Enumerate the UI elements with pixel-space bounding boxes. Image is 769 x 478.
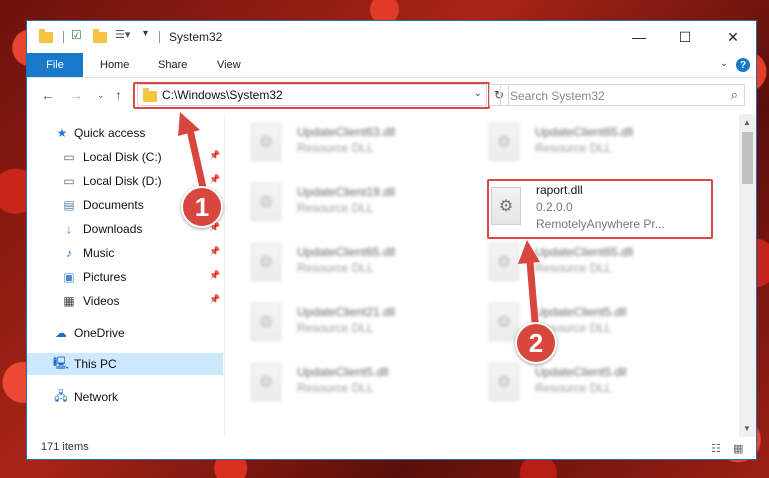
pin-icon: 📌 (209, 246, 221, 256)
item-count: 171 items (41, 441, 89, 453)
sidebar-item-quick-access[interactable]: ★ Quick access (27, 122, 223, 144)
list-item[interactable]: ⚙ UpdateClient21.dll Resource DLL (227, 301, 452, 349)
tab-file[interactable]: File (27, 53, 83, 77)
file-list: ⚙ UpdateClient63.dll Resource DLL ⚙ Upda… (227, 117, 737, 435)
ribbon: File Home Share View ⌄ ? (27, 53, 756, 78)
properties-icon[interactable]: ☑ (71, 28, 82, 42)
pictures-icon: ▣ (63, 270, 75, 284)
sidebar-item-onedrive[interactable]: ☁ OneDrive (27, 322, 223, 344)
sidebar-item-videos[interactable]: ▦ Videos 📌 (27, 290, 223, 312)
chevron-down-icon[interactable]: ▾ (143, 28, 148, 39)
pin-icon: 📌 (209, 150, 221, 160)
details-view-icon[interactable]: ☷ (711, 442, 721, 455)
documents-icon: ▤ (63, 198, 75, 212)
drive-icon: ▭ (63, 174, 75, 188)
dll-file-icon: ⚙ (489, 123, 519, 161)
dll-file-icon: ⚙ (251, 363, 281, 401)
scroll-up-icon[interactable]: ▲ (743, 118, 751, 127)
scroll-down-icon[interactable]: ▼ (743, 424, 751, 433)
dll-file-icon: ⚙ (489, 303, 519, 341)
navigation-pane: ★ Quick access ▭ Local Disk (C:) 📌 ▭ Loc… (27, 117, 223, 437)
videos-icon: ▦ (63, 294, 75, 308)
window-title: System32 (169, 30, 223, 44)
music-icon: ♪ (66, 246, 72, 260)
callout-badge-1: 1 (181, 186, 223, 228)
dll-file-icon: ⚙ (489, 243, 519, 281)
back-arrow-icon[interactable]: ← (41, 87, 55, 103)
star-icon: ★ (56, 126, 68, 140)
tab-share[interactable]: Share (158, 53, 187, 77)
list-item[interactable]: ⚙ UpdateClient5.dll Resource DLL (465, 361, 690, 409)
sidebar-item-network[interactable]: 🖧 Network (27, 386, 223, 408)
search-input[interactable]: Search System32 ⌕ (500, 84, 745, 106)
folder-icon (39, 29, 53, 43)
tiles-view-icon[interactable]: ▦ (733, 442, 743, 455)
callout-badge-2: 2 (515, 322, 557, 364)
title-bar: ☑ ☰▾ ▾ System32 — ☐ ✕ (27, 21, 756, 53)
navigation-bar: ← → ⌄ ↑ C:\Windows\System32 ⌄ ↻ Search S… (27, 78, 756, 114)
sidebar-item-this-pc[interactable]: 🖳 This PC (27, 353, 223, 375)
chevron-down-icon[interactable]: ⌄ (720, 58, 728, 69)
computer-icon: 🖳 (53, 355, 70, 370)
pin-icon: 📌 (209, 270, 221, 280)
download-icon: ↓ (66, 222, 72, 236)
close-button[interactable]: ✕ (710, 21, 756, 53)
search-placeholder: Search System32 (510, 89, 605, 103)
file-highlight-box (487, 179, 713, 239)
list-item[interactable]: ⚙ UpdateClient19.dll Resource DLL (227, 181, 452, 229)
sidebar-item-local-disk-c[interactable]: ▭ Local Disk (C:) 📌 (27, 146, 223, 168)
network-icon: 🖧 (54, 388, 68, 403)
quick-access-toolbar: ☑ ☰▾ ▾ (39, 28, 148, 43)
list-item[interactable]: ⚙ UpdateClient65.dll Resource DLL (465, 121, 690, 169)
tab-view[interactable]: View (217, 53, 241, 77)
new-folder-icon[interactable] (93, 29, 107, 43)
list-item[interactable]: ⚙ UpdateClient63.dll Resource DLL (227, 121, 452, 169)
pin-icon: 📌 (209, 294, 221, 304)
dll-file-icon: ⚙ (251, 303, 281, 341)
file-explorer-window: ☑ ☰▾ ▾ System32 — ☐ ✕ File Home Share Vi… (26, 20, 757, 460)
sidebar-item-music[interactable]: ♪ Music 📌 (27, 242, 223, 264)
status-bar: 171 items ☷ ▦ (27, 437, 756, 459)
tab-home[interactable]: Home (100, 53, 129, 77)
customize-toolbar-icon[interactable]: ☰▾ (115, 28, 130, 41)
cloud-icon: ☁ (55, 326, 67, 340)
dll-file-icon: ⚙ (251, 243, 281, 281)
help-button[interactable]: ? (736, 58, 750, 72)
scroll-thumb[interactable] (742, 132, 753, 184)
list-item[interactable]: ⚙ UpdateClient5.dll Resource DLL (465, 301, 690, 349)
list-item[interactable]: ⚙ UpdateClient5.dll Resource DLL (227, 361, 452, 409)
list-item[interactable]: ⚙ UpdateClient65.dll Resource DLL (227, 241, 452, 289)
forward-arrow-icon[interactable]: → (69, 87, 83, 103)
search-icon: ⌕ (730, 87, 738, 102)
list-item[interactable]: ⚙ UpdateClient65.dll Resource DLL (465, 241, 690, 289)
recent-locations-icon[interactable]: ⌄ (97, 90, 105, 101)
dll-file-icon: ⚙ (489, 363, 519, 401)
maximize-button[interactable]: ☐ (662, 21, 708, 53)
sidebar-item-pictures[interactable]: ▣ Pictures 📌 (27, 266, 223, 288)
minimize-button[interactable]: — (616, 21, 662, 53)
address-highlight-box (133, 82, 490, 109)
vertical-scrollbar[interactable]: ▲ ▼ (739, 114, 756, 437)
drive-icon: ▭ (63, 150, 75, 164)
up-arrow-icon[interactable]: ↑ (115, 87, 122, 103)
pin-icon: 📌 (209, 174, 221, 184)
dll-file-icon: ⚙ (251, 183, 281, 221)
dll-file-icon: ⚙ (251, 123, 281, 161)
